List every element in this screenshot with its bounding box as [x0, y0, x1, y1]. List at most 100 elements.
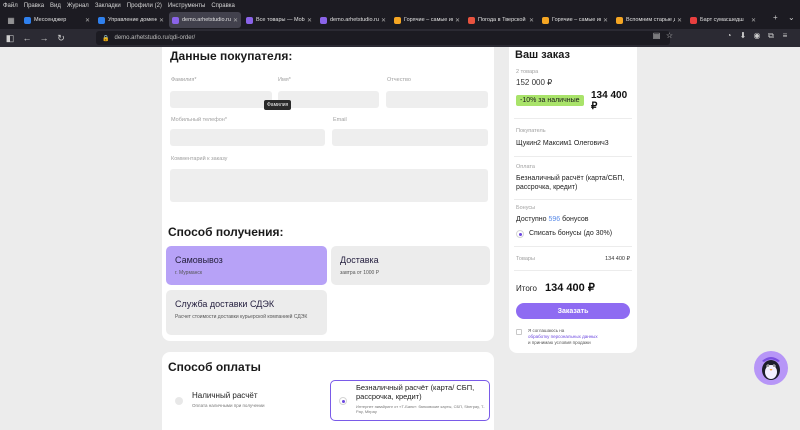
delivery-option-cdek[interactable]: Служба доставки СДЭК Расчет стоимости до…: [166, 290, 327, 335]
tab-8[interactable]: Вспомним старые дос✕: [613, 12, 685, 28]
close-icon[interactable]: ✕: [85, 17, 90, 24]
place-order-button[interactable]: Заказать: [516, 303, 630, 319]
close-icon[interactable]: ✕: [455, 17, 460, 24]
comment-field[interactable]: [170, 169, 488, 202]
payment-cash-title[interactable]: Наличный расчёт: [192, 391, 257, 400]
reload-icon[interactable]: ↻: [54, 31, 68, 45]
menu-history[interactable]: Журнал: [67, 3, 89, 9]
delivery-option-pickup[interactable]: Самовывоз г. Мурманск: [166, 246, 327, 285]
bonus-amount: 596: [548, 216, 561, 223]
payment-cash-radio[interactable]: [175, 397, 183, 405]
tab-6[interactable]: Погода в Тверской ре✕: [465, 12, 537, 28]
surname-label: Фамилия*: [171, 77, 197, 83]
divider: [514, 156, 632, 157]
menu-profiles[interactable]: Профили (2): [127, 3, 162, 9]
close-icon[interactable]: ✕: [233, 17, 238, 24]
tab-0[interactable]: Мессенджер ✕: [21, 12, 93, 28]
tab-5[interactable]: Горячие – самые инте✕: [391, 12, 463, 28]
phone-field[interactable]: [170, 129, 325, 146]
field-tooltip: Фамилия: [264, 100, 292, 110]
delivery-option-title: Служба доставки СДЭК: [175, 299, 275, 309]
close-icon[interactable]: ✕: [529, 17, 534, 24]
close-icon[interactable]: ✕: [381, 17, 386, 24]
tab-3[interactable]: Все товары — Mobile ✕: [243, 12, 315, 28]
address-bar[interactable]: 🔒 demo.arhetstudio.ru/qdi-order/: [96, 31, 670, 45]
tab-4[interactable]: demo.arhetstudio.ru/q ✕: [317, 12, 389, 28]
tab-7[interactable]: Горячие – самые инте✕: [539, 12, 611, 28]
consent-checkbox[interactable]: [516, 329, 522, 335]
surname-field[interactable]: [170, 91, 272, 108]
old-price: 152 000 ₽: [516, 78, 553, 87]
close-icon[interactable]: ✕: [159, 17, 164, 24]
chat-assistant-button[interactable]: [754, 351, 788, 385]
account-icon[interactable]: ◉: [750, 31, 764, 41]
bonus-writeoff-label[interactable]: Списать бонусы (до 30%): [529, 229, 612, 238]
tab-favicon: [542, 16, 549, 24]
payment-method: Безналичный расчёт (карта/СБП, рассрочка…: [516, 175, 625, 191]
divider: [514, 246, 632, 247]
download-icon[interactable]: ⬇: [736, 31, 750, 41]
bonus-available: Доступно 596 бонусов: [516, 216, 589, 223]
tab-1[interactable]: Управление доменом✕: [95, 12, 167, 28]
payment-cash-sub: Оплата наличными при получении: [192, 403, 265, 408]
tab-bar: ▦ Мессенджер✕ Управление доменом✕ demo.a…: [0, 11, 800, 29]
tab-favicon: [172, 16, 179, 24]
close-icon[interactable]: ✕: [751, 17, 756, 24]
items-count: 2 товара: [516, 69, 539, 75]
delivery-option-sub: г. Мурманск: [175, 270, 203, 276]
name-field[interactable]: [278, 91, 379, 108]
menu-tools[interactable]: Инструменты: [168, 3, 205, 9]
menu-view[interactable]: Вид: [50, 3, 61, 9]
discount-badge: -10% за наличные: [516, 95, 584, 106]
discounted-price: 134 400 ₽: [591, 90, 628, 112]
payment-card-radio[interactable]: [339, 397, 347, 405]
forward-icon[interactable]: →: [37, 31, 51, 45]
patronymic-label: Отчество: [387, 77, 411, 83]
bonus-writeoff-radio[interactable]: [516, 230, 524, 238]
close-icon[interactable]: ✕: [677, 17, 682, 24]
divider: [514, 118, 632, 119]
delivery-option-sub: завтра от 1000 Р: [340, 270, 380, 276]
tab-favicon: [98, 16, 105, 24]
patronymic-field[interactable]: [386, 91, 488, 108]
menu-file[interactable]: Файл: [3, 3, 18, 9]
close-icon[interactable]: ✕: [603, 17, 608, 24]
tab-favicon: [320, 16, 327, 24]
menu-help[interactable]: Справка: [211, 3, 235, 9]
sidebar-toggle-icon[interactable]: ◧: [3, 31, 17, 45]
new-tab-icon[interactable]: +: [773, 13, 778, 22]
payment-card-title: Безналичный расчёт (карта/ СБП, рассрочк…: [356, 383, 475, 401]
reader-view-icon[interactable]: ▤: [650, 31, 663, 40]
app-menubar: Файл Правка Вид Журнал Закладки Профили …: [0, 0, 800, 11]
close-icon[interactable]: ✕: [307, 17, 312, 24]
payment-section-title: Способ оплаты: [168, 360, 261, 374]
email-field[interactable]: [332, 129, 488, 146]
tab-list-icon[interactable]: ▦: [4, 13, 18, 27]
tab-favicon: [24, 16, 31, 24]
back-icon[interactable]: ←: [20, 31, 34, 45]
chevron-down-icon[interactable]: ⌄: [788, 13, 795, 22]
payment-label: Оплата: [516, 164, 535, 170]
tab-favicon: [394, 16, 401, 24]
menu-edit[interactable]: Правка: [24, 3, 44, 9]
comment-label: Комментарий к заказу: [171, 156, 228, 162]
name-label: Имя*: [278, 77, 291, 83]
delivery-option-courier[interactable]: Доставка завтра от 1000 Р: [331, 246, 490, 285]
bookmark-star-icon[interactable]: ☆: [663, 31, 676, 40]
extension-icon[interactable]: ⧉: [764, 31, 778, 41]
penguin-icon: [762, 357, 780, 380]
delivery-option-title: Доставка: [340, 255, 379, 265]
tab-9[interactable]: Барт сумасшедш ✕: [687, 12, 759, 28]
menu-icon[interactable]: ≡: [778, 31, 792, 41]
total-label: Итого: [516, 284, 537, 293]
pocket-icon[interactable]: ◔: [722, 31, 736, 41]
delivery-section-title: Способ получения:: [168, 225, 284, 239]
tab-2[interactable]: demo.arhetstudio.ru/q ✕: [169, 12, 241, 28]
delivery-option-title: Самовывоз: [175, 255, 223, 265]
bonus-label: Бонусы: [516, 205, 536, 211]
tab-favicon: [690, 16, 697, 24]
menu-bookmarks[interactable]: Закладки: [95, 3, 121, 9]
url-text: demo.arhetstudio.ru/qdi-order/: [114, 35, 196, 41]
tab-favicon: [616, 16, 623, 24]
tab-favicon: [468, 16, 475, 24]
